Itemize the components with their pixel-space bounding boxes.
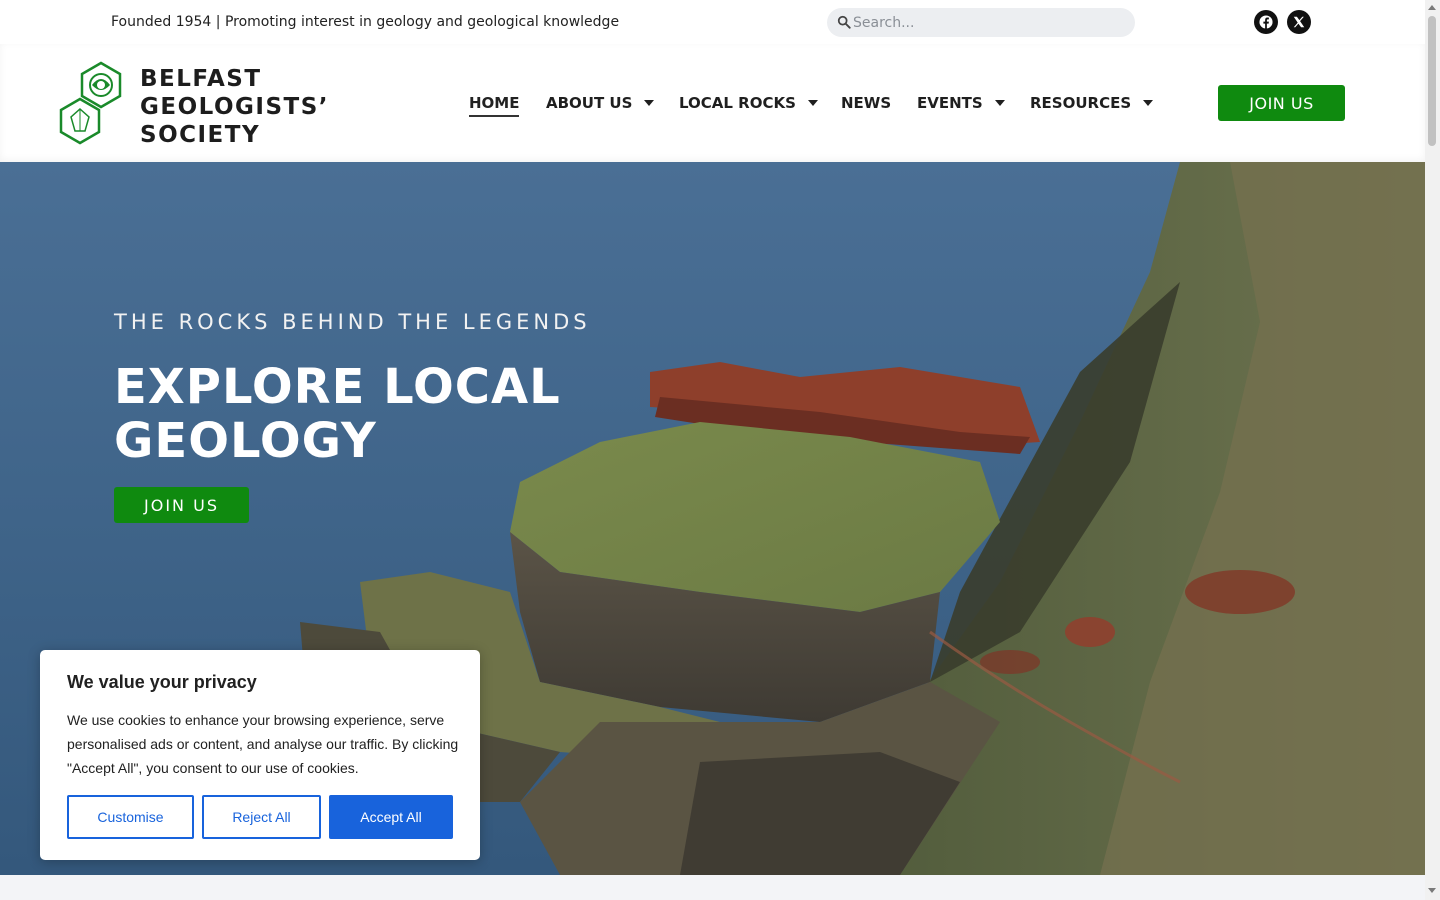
caret-down-icon — [644, 100, 655, 106]
join-us-header-button[interactable]: JOIN US — [1218, 85, 1345, 121]
search-icon — [837, 15, 851, 29]
hero-headline: EXPLORE LOCAL GEOLOGY — [114, 360, 654, 468]
nav-label: RESOURCES — [1030, 94, 1132, 112]
nav-label: NEWS — [841, 94, 892, 112]
caret-down-icon — [994, 100, 1005, 106]
facebook-link[interactable] — [1254, 10, 1278, 34]
hero-overline: THE ROCKS BEHIND THE LEGENDS — [114, 310, 591, 334]
scrollbar-thumb[interactable] — [1428, 16, 1436, 146]
nav-item-events[interactable]: EVENTS — [917, 94, 1005, 112]
cookie-title: We value your privacy — [67, 672, 257, 692]
accept-all-button[interactable]: Accept All — [329, 795, 453, 839]
hero-headline-line: GEOLOGY — [114, 413, 377, 469]
reject-all-button[interactable]: Reject All — [202, 795, 321, 839]
hexagon-fossil-logo-icon — [59, 61, 122, 145]
scroll-down-arrow-icon[interactable] — [1428, 888, 1436, 893]
cookie-description: We use cookies to enhance your browsing … — [67, 712, 459, 776]
nav-label: ABOUT US — [546, 94, 633, 112]
site-tagline: Founded 1954 | Promoting interest in geo… — [111, 14, 620, 30]
nav-item-resources[interactable]: RESOURCES — [1030, 94, 1154, 112]
facebook-icon — [1259, 15, 1273, 29]
site-logo[interactable]: BELFAST GEOLOGISTS’ SOCIETY — [58, 61, 348, 149]
cookie-consent-dialog: We value your privacy We use cookies to … — [40, 650, 480, 860]
search-box[interactable] — [827, 8, 1135, 37]
logo-line: SOCIETY — [140, 122, 261, 148]
site-header: BELFAST GEOLOGISTS’ SOCIETY HOME ABOUT U… — [0, 44, 1425, 162]
join-us-hero-button[interactable]: JOIN US — [114, 487, 249, 523]
search-input[interactable] — [853, 8, 1123, 37]
nav-item-home[interactable]: HOME — [469, 94, 520, 117]
nav-label: EVENTS — [917, 94, 983, 112]
nav-label: HOME — [469, 94, 520, 117]
scroll-up-arrow-icon[interactable] — [1428, 5, 1436, 10]
x-twitter-link[interactable] — [1287, 10, 1311, 34]
logo-line: GEOLOGISTS’ — [140, 94, 330, 120]
logo-line: BELFAST — [140, 66, 262, 92]
nav-item-news[interactable]: NEWS — [841, 94, 891, 112]
nav-item-local-rocks[interactable]: LOCAL ROCKS — [679, 94, 818, 112]
nav-item-about-us[interactable]: ABOUT US — [546, 94, 655, 112]
nav-label: LOCAL ROCKS — [679, 94, 796, 112]
customise-button[interactable]: Customise — [67, 795, 194, 839]
logo-wordmark: BELFAST GEOLOGISTS’ SOCIETY — [140, 65, 329, 149]
top-bar: Founded 1954 | Promoting interest in geo… — [0, 0, 1425, 44]
x-twitter-icon — [1293, 16, 1305, 28]
caret-down-icon — [807, 100, 818, 106]
caret-down-icon — [1143, 100, 1154, 106]
hero-headline-line: EXPLORE LOCAL — [114, 359, 561, 415]
page-scrollbar[interactable] — [1425, 0, 1440, 900]
